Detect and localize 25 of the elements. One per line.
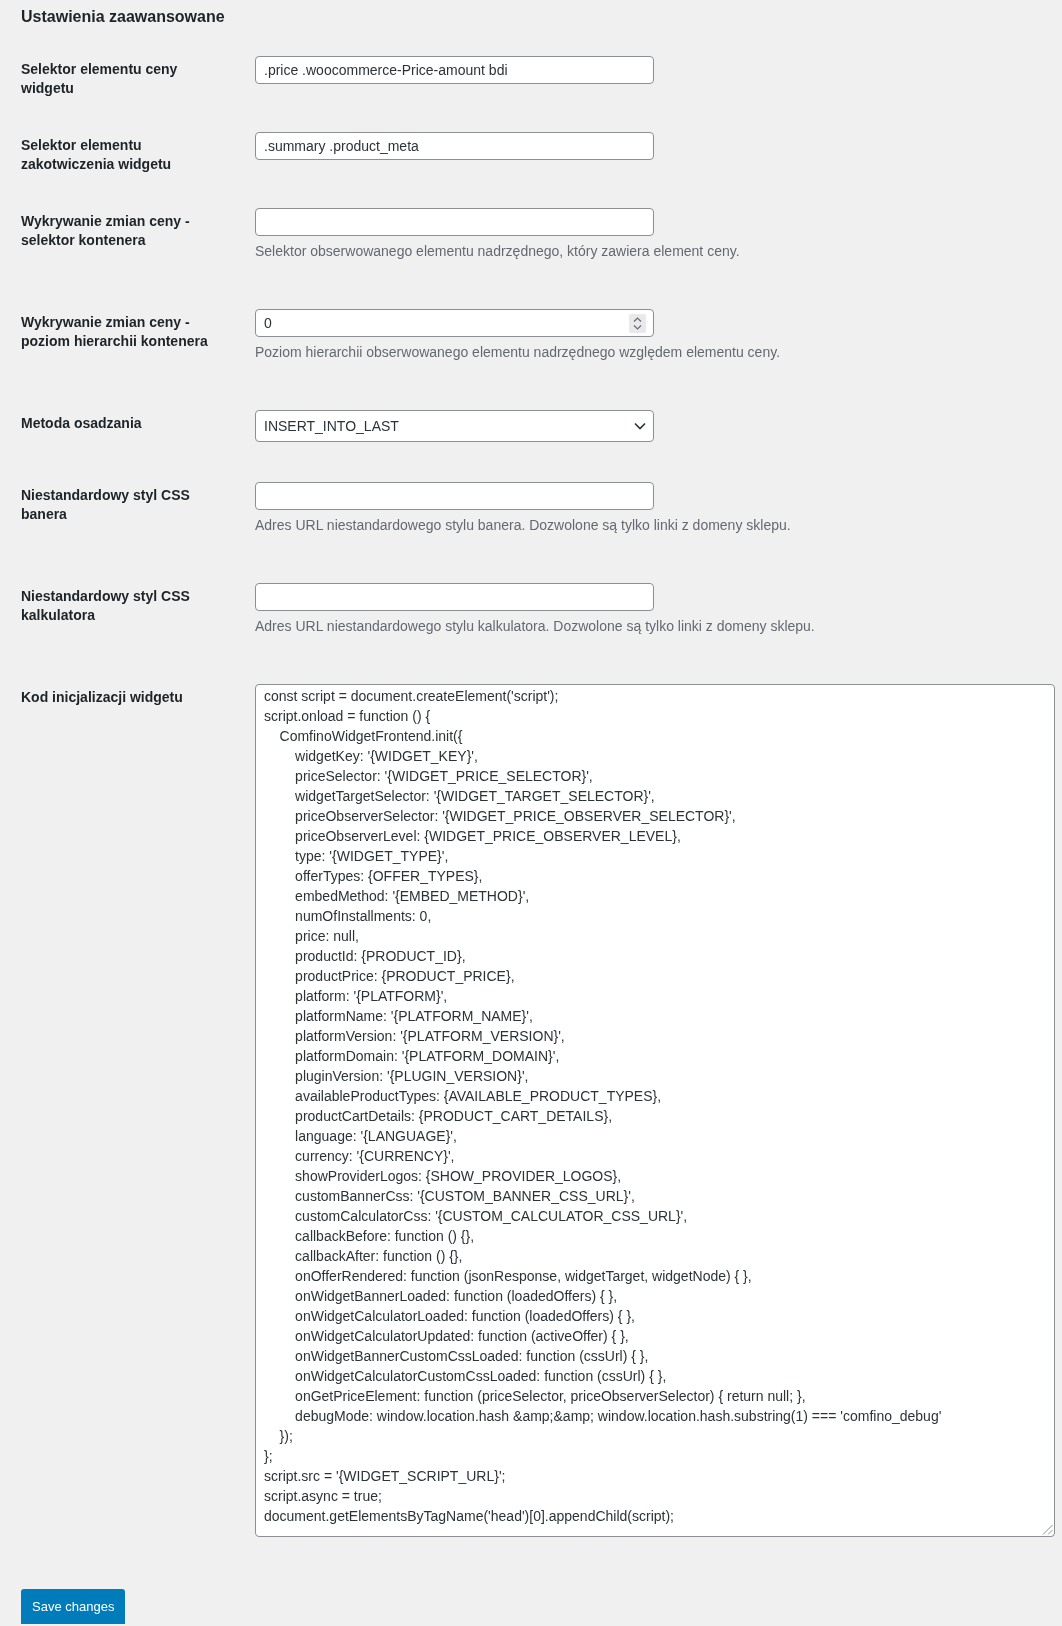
field-description: Adres URL niestandardowego stylu kalkulatora. Dozwolone są tylko linki z domeny sklepu. xyxy=(255,617,815,636)
field-label: Wykrywanie zmian ceny - poziom hierarchii kontenera xyxy=(21,313,209,350)
field-label: Metoda osadzania xyxy=(21,414,142,433)
select-dropdown[interactable]: INSERT_INTO_LAST xyxy=(255,410,654,442)
field-description: Poziom hierarchii obserwowanego elementu nadrzędnego względem elementu ceny. xyxy=(255,343,781,362)
chevron-down-icon xyxy=(634,422,646,430)
field-label: Niestandardowy styl CSS kalkulatora xyxy=(21,587,191,624)
text-input[interactable] xyxy=(255,208,654,236)
field-label: Niestandardowy styl CSS banera xyxy=(21,486,191,523)
stepper-arrows-icon[interactable] xyxy=(629,313,646,333)
text-input[interactable] xyxy=(255,583,654,611)
text-input[interactable] xyxy=(255,482,654,510)
field-label: Selektor elementu zakotwiczenia widgetu xyxy=(21,136,173,173)
text-input[interactable]: .summary .product_meta xyxy=(255,132,654,160)
field-description: Selektor obserwowanego elementu nadrzędnego, który zawiera element ceny. xyxy=(255,242,740,261)
save-button[interactable]: Save changes xyxy=(21,1589,126,1624)
field-description: Adres URL niestandardowego stylu banera. Dozwolone są tylko linki z domeny sklepu. xyxy=(255,516,791,535)
number-input[interactable]: 0 xyxy=(255,309,654,337)
field-label: Wykrywanie zmian ceny - selektor kontenera xyxy=(21,212,191,249)
text-input[interactable]: .price .woocommerce-Price-amount bdi xyxy=(255,56,654,84)
field-label: Kod inicjalizacji widgetu xyxy=(21,688,183,707)
resize-grip-icon[interactable] xyxy=(1042,1524,1053,1535)
field-label: Selektor elementu ceny widgetu xyxy=(21,60,179,97)
code-textarea[interactable]: const script = document.createElement('script'); script.onload = function () { ComfinoWidgetFrontend.init({ widgetKey: '{WIDGET_KEY}', priceSelector: '{WIDGET_PRICE_SELECTOR}', widgetTargetSelector: '{WIDGET_TARGET_SELECTOR}', priceObserverSelector: '{WIDGET_PRICE_OBSERVER_SELECTOR}', priceObserverLevel: {WIDGET_PRICE_OBSERVER_LEVEL}, type: '{WIDGET_TYPE}', offerTypes: {OFFER_TYPES}, embedMethod: '{EMBED_METHOD}', numOfInstallments: 0, price: null, productId: {PRODUCT_ID}, productPrice: {PRODUCT_PRICE}, platform: '{PLATFORM}', platformName: '{PLATFORM_NAME}', platformVersion: '{PLATFORM_VERSION}', platformDomain: '{PLATFORM_DOMAIN}', pluginVersion: '{PLUGIN_VERSION}', availableProductTypes: {AVAILABLE_PRODUCT_TYPES}, productCartDetails: {PRODUCT_CART_DETAILS}, language: '{LANGUAGE}', currency: '{CURRENCY}', showProviderLogos: {SHOW_PROVIDER_LOGOS}, customBannerCss: '{CUSTOM_BANNER_CSS_URL}', customCalculatorCss: '{CUSTOM_CALCULATOR_CSS_URL}', callbackBefore: function () {}, callbackAfter: function () {}, onOfferRendered: function (jsonResponse, widgetTarget, widgetNode) { }, onWidgetBannerLoaded: function (loadedOffers) { }, onWidgetCalculatorLoaded: function (loadedOffers) { }, onWidgetCalculatorUpdated: function (activeOffer) { }, onWidgetBannerCustomCssLoaded: function (cssUrl) { }, onWidgetCalculatorCustomCssLoaded: function (cssUrl) { }, onGetPriceElement: function (priceSelector, priceObserverSelector) { return null; }, debugMode: window.location.hash &amp;&amp; window.location.hash.substring(1) === 'comfino_debug' }); }; script.src = '{WIDGET_SCRIPT_URL}'; script.async = true; document.getElementsByTagName('head')[0].appendChild(script); xyxy=(255,684,1055,1537)
section-title: Ustawienia zaawansowane xyxy=(21,7,225,27)
